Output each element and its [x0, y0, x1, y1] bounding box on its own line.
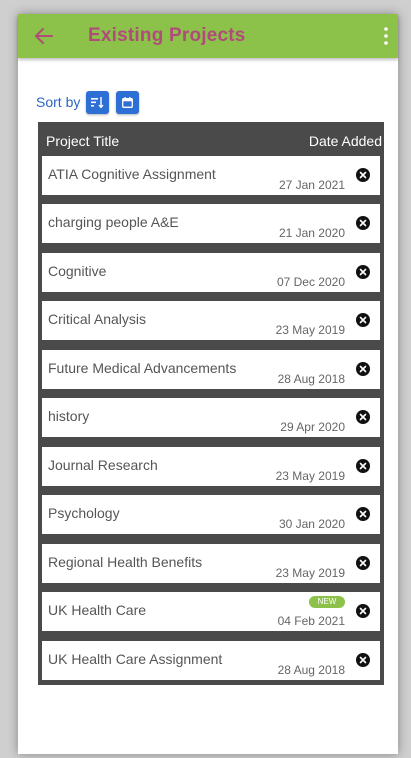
- table-row[interactable]: UK Health Care Assignment 28 Aug 2018: [42, 641, 380, 680]
- project-date: 28 Aug 2018: [277, 372, 345, 386]
- arrow-left-icon[interactable]: [34, 25, 54, 47]
- more-vertical-icon[interactable]: [382, 26, 390, 46]
- remove-icon[interactable]: [356, 653, 370, 667]
- project-date: 29 Apr 2020: [280, 420, 345, 434]
- table-row[interactable]: charging people A&E 21 Jan 2020: [42, 204, 380, 243]
- sort-bar: Sort by: [36, 90, 140, 114]
- sort-label: Sort by: [36, 94, 81, 110]
- project-title: Regional Health Benefits: [48, 554, 203, 570]
- project-title: UK Health Care: [48, 602, 147, 618]
- app-screen: Existing Projects Sort by Project Title …: [18, 14, 398, 754]
- project-title: Cognitive: [48, 263, 107, 279]
- table-row[interactable]: Cognitive 07 Dec 2020: [42, 253, 380, 292]
- remove-icon[interactable]: [356, 362, 370, 376]
- project-title: charging people A&E: [48, 214, 179, 230]
- table-row[interactable]: UK Health Care NEW 04 Feb 2021: [42, 592, 380, 631]
- remove-icon[interactable]: [356, 604, 370, 618]
- remove-icon[interactable]: [356, 556, 370, 570]
- table-header: Project Title Date Added: [38, 122, 384, 156]
- table-row[interactable]: history 29 Apr 2020: [42, 398, 380, 437]
- remove-icon[interactable]: [356, 168, 370, 182]
- project-date: 23 May 2019: [275, 323, 345, 337]
- project-title: history: [48, 408, 90, 424]
- table-row[interactable]: Critical Analysis 23 May 2019: [42, 301, 380, 340]
- project-title: UK Health Care Assignment: [48, 651, 223, 667]
- page-title: Existing Projects: [88, 25, 246, 46]
- project-title: ATIA Cognitive Assignment: [48, 166, 216, 182]
- table-row[interactable]: Regional Health Benefits 23 May 2019: [42, 544, 380, 583]
- column-header-date: Date Added: [308, 133, 382, 149]
- sort-by-title-button[interactable]: [86, 90, 110, 114]
- project-date: 04 Feb 2021: [277, 614, 345, 628]
- project-date: 21 Jan 2020: [278, 226, 345, 240]
- sort-alphabetical-icon: [91, 96, 104, 108]
- app-bar: Existing Projects: [18, 14, 398, 58]
- remove-icon[interactable]: [356, 216, 370, 230]
- project-title: Journal Research: [48, 457, 158, 473]
- remove-icon[interactable]: [356, 459, 370, 473]
- sort-by-date-button[interactable]: [116, 90, 140, 114]
- column-header-title: Project Title: [46, 133, 120, 149]
- table-row[interactable]: Psychology 30 Jan 2020: [42, 495, 380, 534]
- project-date: 23 May 2019: [275, 469, 345, 483]
- table-row[interactable]: Future Medical Advancements 28 Aug 2018: [42, 350, 380, 389]
- project-title: Future Medical Advancements: [48, 360, 237, 376]
- project-date: 07 Dec 2020: [276, 275, 345, 289]
- project-date: 30 Jan 2020: [278, 517, 345, 531]
- project-date: 28 Aug 2018: [277, 663, 345, 677]
- remove-icon[interactable]: [356, 410, 370, 424]
- calendar-icon: [122, 96, 134, 108]
- project-title: Critical Analysis: [48, 311, 147, 327]
- projects-table: Project Title Date Added ATIA Cognitive …: [38, 122, 384, 685]
- remove-icon[interactable]: [356, 507, 370, 521]
- table-row[interactable]: Journal Research 23 May 2019: [42, 447, 380, 486]
- project-title: Psychology: [48, 505, 120, 521]
- project-date: 27 Jan 2021: [278, 178, 345, 192]
- new-badge: NEW: [309, 596, 345, 608]
- remove-icon[interactable]: [356, 265, 370, 279]
- project-date: 23 May 2019: [275, 566, 345, 580]
- remove-icon[interactable]: [356, 313, 370, 327]
- table-row[interactable]: ATIA Cognitive Assignment 27 Jan 2021: [42, 156, 380, 195]
